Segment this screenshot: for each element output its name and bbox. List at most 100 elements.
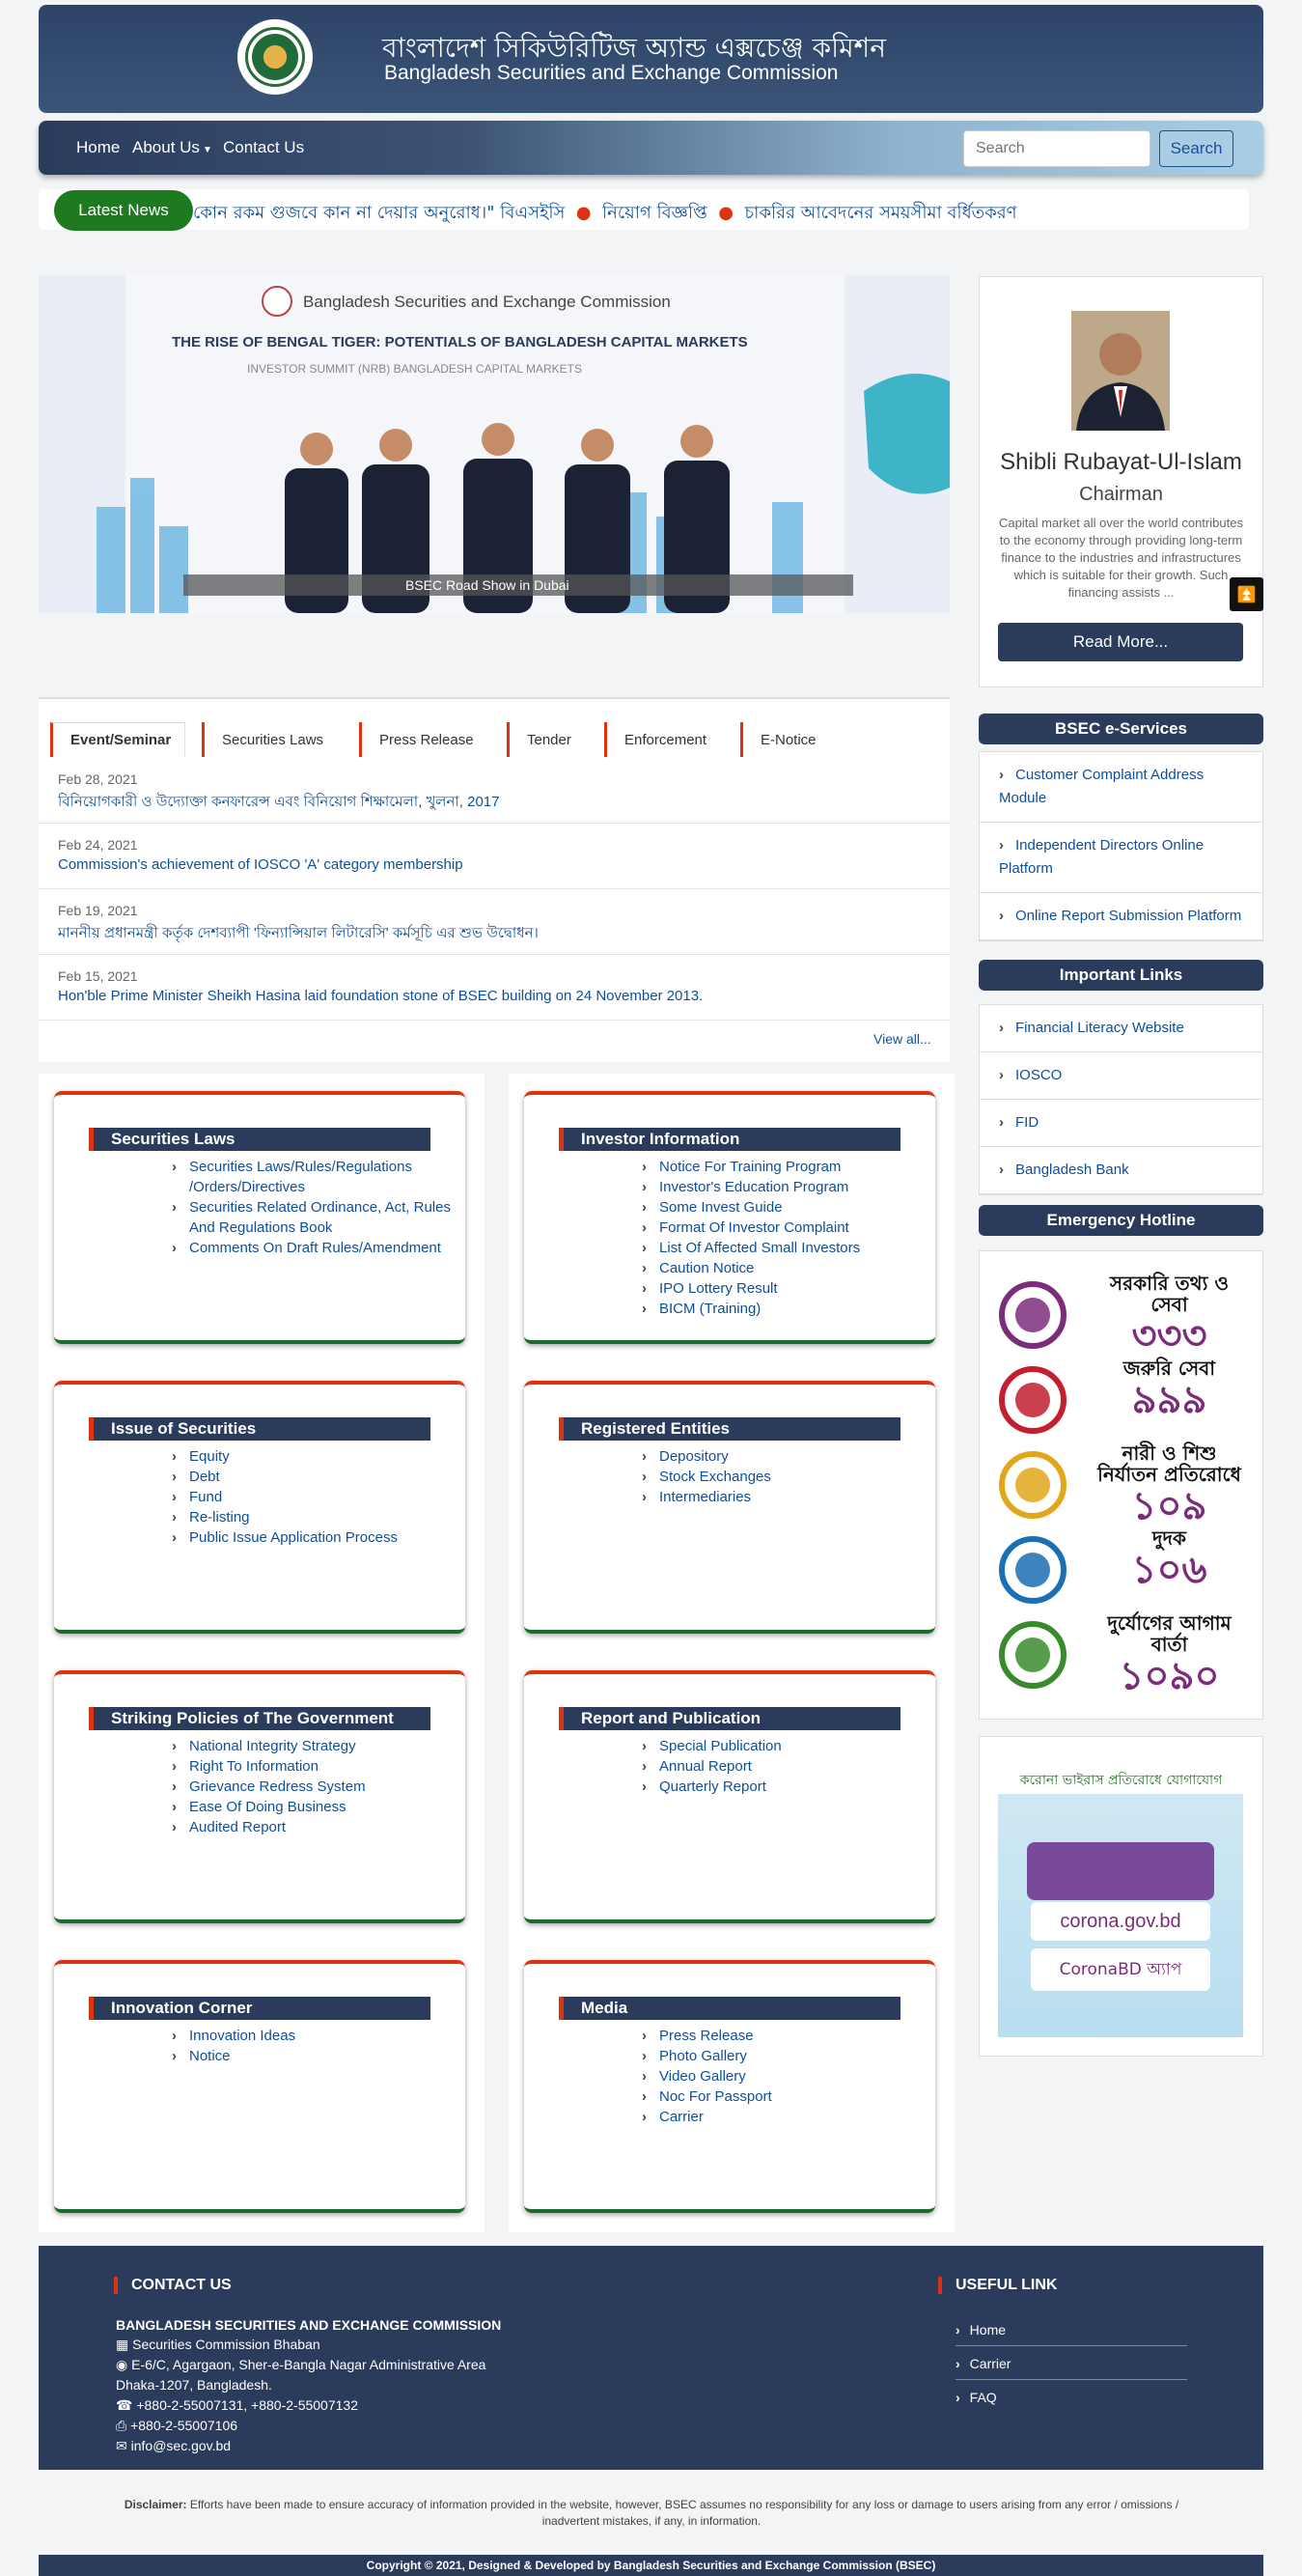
category-link[interactable]: Format Of Investor Complaint bbox=[642, 1218, 931, 1238]
news-item[interactable]: Feb 19, 2021 মাননীয় প্রধানমন্ত্রী কর্তৃ… bbox=[39, 889, 950, 955]
news-item[interactable]: Feb 15, 2021 Hon'ble Prime Minister Shei… bbox=[39, 955, 950, 1021]
news-item[interactable]: Feb 28, 2021 বিনিয়োগকারী ও উদ্যোক্তা কন… bbox=[39, 758, 950, 824]
category-link[interactable]: Noc For Passport bbox=[642, 2086, 931, 2107]
important-links-list: › Financial Literacy Website › IOSCO › FID … bbox=[979, 1004, 1263, 1195]
category-link[interactable]: Video Gallery bbox=[642, 2066, 931, 2086]
ticker-item[interactable]: চাকরির আবেদনের সময়সীমা বর্ধিতকরণ bbox=[744, 203, 1016, 223]
category-link[interactable]: BICM (Training) bbox=[642, 1299, 931, 1319]
category-link[interactable]: Innovation Ideas bbox=[172, 2026, 461, 2046]
footer-link-faq[interactable]: › FAQ bbox=[956, 2381, 1187, 2414]
category-section: Innovation Corner Innovation IdeasNotice bbox=[39, 1943, 485, 2232]
category-link[interactable]: Some Invest Guide bbox=[642, 1197, 931, 1218]
category-link[interactable]: Notice bbox=[172, 2046, 461, 2066]
corona-info-image[interactable]: corona.gov.bd CoronaBD অ্যাপ bbox=[998, 1794, 1243, 2037]
hotline-row[interactable]: সরকারি তথ্য ও সেবা ৩৩৩ bbox=[998, 1273, 1244, 1358]
hotline-number: ৯৯৯ bbox=[1131, 1378, 1207, 1422]
category-link[interactable]: Depository bbox=[642, 1446, 931, 1467]
hotline-row[interactable]: দুদক ১০৬ bbox=[998, 1527, 1244, 1605]
category-link[interactable]: Equity bbox=[172, 1446, 461, 1467]
tab-enforcement[interactable]: Enforcement bbox=[604, 722, 720, 757]
category-link-list: Press ReleasePhoto GalleryVideo GalleryN… bbox=[642, 2026, 931, 2127]
category-link-list: National Integrity StrategyRight To Info… bbox=[172, 1736, 461, 1837]
ticker-items[interactable]: কোন রকম গুজবে কান না দেয়ার অনুরোধ।" বিএ… bbox=[193, 199, 1017, 229]
corona-title: করোনা ভাইরাস প্রতিরোধে যোগাযোগ bbox=[1019, 1773, 1223, 1788]
copyright-bar: Copyright © 2021, Designed & Developed b… bbox=[39, 2555, 1263, 2576]
search-input[interactable] bbox=[963, 130, 1150, 167]
eservice-item[interactable]: › Online Report Submission Platform bbox=[980, 893, 1262, 940]
category-section: Issue of Securities EquityDebtFundRe-list… bbox=[39, 1363, 485, 1653]
category-link[interactable]: Investor's Education Program bbox=[642, 1177, 931, 1197]
banner-carousel[interactable]: Bangladesh Securities and Exchange Commi… bbox=[39, 275, 950, 613]
category-card-title: Investor Information bbox=[559, 1128, 900, 1151]
category-card-title: Issue of Securities bbox=[89, 1417, 430, 1441]
search-button[interactable]: Search bbox=[1159, 130, 1233, 167]
read-more-button[interactable]: Read More... bbox=[998, 623, 1243, 661]
news-title[interactable]: বিনিয়োগকারী ও উদ্যোক্তা কনফারেন্স এবং ব… bbox=[58, 791, 930, 815]
hotline-label: দুর্যোগের আগাম বার্তা bbox=[1107, 1611, 1232, 1656]
news-title[interactable]: Hon'ble Prime Minister Sheikh Hasina lai… bbox=[58, 988, 930, 1004]
footer-email[interactable]: ✉ info@sec.gov.bd bbox=[116, 2436, 231, 2456]
important-link-item[interactable]: › FID bbox=[980, 1100, 1262, 1147]
eservice-item[interactable]: › Customer Complaint Address Module bbox=[980, 752, 1262, 823]
category-link[interactable]: Ease Of Doing Business bbox=[172, 1797, 461, 1817]
category-link[interactable]: Annual Report bbox=[642, 1756, 931, 1777]
bsec-logo[interactable] bbox=[237, 19, 313, 95]
hotline-row[interactable]: নারী ও শিশু নির্যাতন প্রতিরোধে ১০৯ bbox=[998, 1442, 1244, 1527]
category-link[interactable]: Public Issue Application Process bbox=[172, 1527, 461, 1548]
tab-event-seminar[interactable]: Event/Seminar bbox=[50, 722, 185, 757]
news-title[interactable]: মাননীয় প্রধানমন্ত্রী কর্তৃক দেশব্যাপী '… bbox=[58, 922, 930, 946]
category-link[interactable]: Grievance Redress System bbox=[172, 1777, 461, 1797]
tab-e-notice[interactable]: E-Notice bbox=[740, 722, 837, 757]
nav-contact-us[interactable]: Contact Us bbox=[223, 138, 304, 157]
important-link-item[interactable]: › IOSCO bbox=[980, 1052, 1262, 1100]
nav-about-us[interactable]: About Us ▼ bbox=[132, 138, 212, 157]
hotline-label: জরুরি সেবা bbox=[1122, 1357, 1216, 1380]
category-link[interactable]: IPO Lottery Result bbox=[642, 1278, 931, 1299]
hotline-row[interactable]: জরুরি সেবা ৯৯৯ bbox=[998, 1358, 1244, 1435]
nav-home[interactable]: Home bbox=[76, 138, 120, 157]
ticker-item[interactable]: কোন রকম গুজবে কান না দেয়ার অনুরোধ।" বিএ… bbox=[193, 203, 565, 223]
tab-tender[interactable]: Tender bbox=[507, 722, 584, 757]
category-link[interactable]: Fund bbox=[172, 1487, 461, 1507]
hotline-row[interactable]: দুর্যোগের আগাম বার্তা ১০৯০ bbox=[998, 1611, 1244, 1697]
category-link[interactable]: Intermediaries bbox=[642, 1487, 931, 1507]
footer-link-home[interactable]: › Home bbox=[956, 2313, 1187, 2346]
category-link[interactable]: Photo Gallery bbox=[642, 2046, 931, 2066]
important-link-item[interactable]: › Financial Literacy Website bbox=[980, 1005, 1262, 1052]
category-link[interactable]: Re-listing bbox=[172, 1507, 461, 1527]
category-link[interactable]: Caution Notice bbox=[642, 1258, 931, 1278]
disclaimer: Disclaimer: Efforts have been made to en… bbox=[124, 2498, 1179, 2528]
category-link[interactable]: Securities Laws/Rules/Regulations /Order… bbox=[172, 1157, 461, 1197]
emergency-service-icon bbox=[998, 1365, 1067, 1435]
category-link[interactable]: Carrier bbox=[642, 2107, 931, 2127]
news-item[interactable]: Feb 24, 2021 Commission's achievement of… bbox=[39, 824, 950, 889]
tab-press-release[interactable]: Press Release bbox=[359, 722, 475, 757]
footer-phone[interactable]: ☎ +880-2-55007131, +880-2-55007132 bbox=[116, 2395, 358, 2416]
category-link[interactable]: Notice For Training Program bbox=[642, 1157, 931, 1177]
category-link[interactable]: Stock Exchanges bbox=[642, 1467, 931, 1487]
category-link[interactable]: Securities Related Ordinance, Act, Rules… bbox=[172, 1197, 461, 1238]
ticker-item[interactable]: নিয়োগ বিজ্ঞপ্তি bbox=[602, 203, 707, 223]
tab-securities-laws[interactable]: Securities Laws bbox=[202, 722, 337, 757]
site-footer: CONTACT US BANGLADESH SECURITIES AND EXC… bbox=[39, 2246, 1263, 2470]
category-link[interactable]: Comments On Draft Rules/Amendment bbox=[172, 1238, 461, 1258]
important-link-item[interactable]: › Bangladesh Bank bbox=[980, 1147, 1262, 1194]
chairman-description: Capital market all over the world contri… bbox=[999, 516, 1243, 600]
news-title[interactable]: Commission's achievement of IOSCO 'A' ca… bbox=[58, 856, 930, 873]
banner-org-text: Bangladesh Securities and Exchange Commi… bbox=[303, 293, 671, 311]
category-link[interactable]: Debt bbox=[172, 1467, 461, 1487]
category-link[interactable]: Press Release bbox=[642, 2026, 931, 2046]
eservice-item[interactable]: › Independent Directors Online Platform bbox=[980, 823, 1262, 893]
category-link[interactable]: Quarterly Report bbox=[642, 1777, 931, 1797]
category-link[interactable]: Special Publication bbox=[642, 1736, 931, 1756]
scroll-to-top-icon[interactable]: ⏫ bbox=[1230, 577, 1263, 611]
category-link[interactable]: List Of Affected Small Investors bbox=[642, 1238, 931, 1258]
footer-link-carrier[interactable]: › Carrier bbox=[956, 2347, 1187, 2380]
category-link[interactable]: National Integrity Strategy bbox=[172, 1736, 461, 1756]
category-link[interactable]: Right To Information bbox=[172, 1756, 461, 1777]
category-link[interactable]: Audited Report bbox=[172, 1817, 461, 1837]
hotline-number: ১০৯ bbox=[1131, 1484, 1207, 1528]
anti-corruption-icon bbox=[998, 1535, 1067, 1605]
view-all-link[interactable]: View all... bbox=[873, 1031, 931, 1047]
footer-org-name: BANGLADESH SECURITIES AND EXCHANGE COMMI… bbox=[116, 2317, 502, 2333]
